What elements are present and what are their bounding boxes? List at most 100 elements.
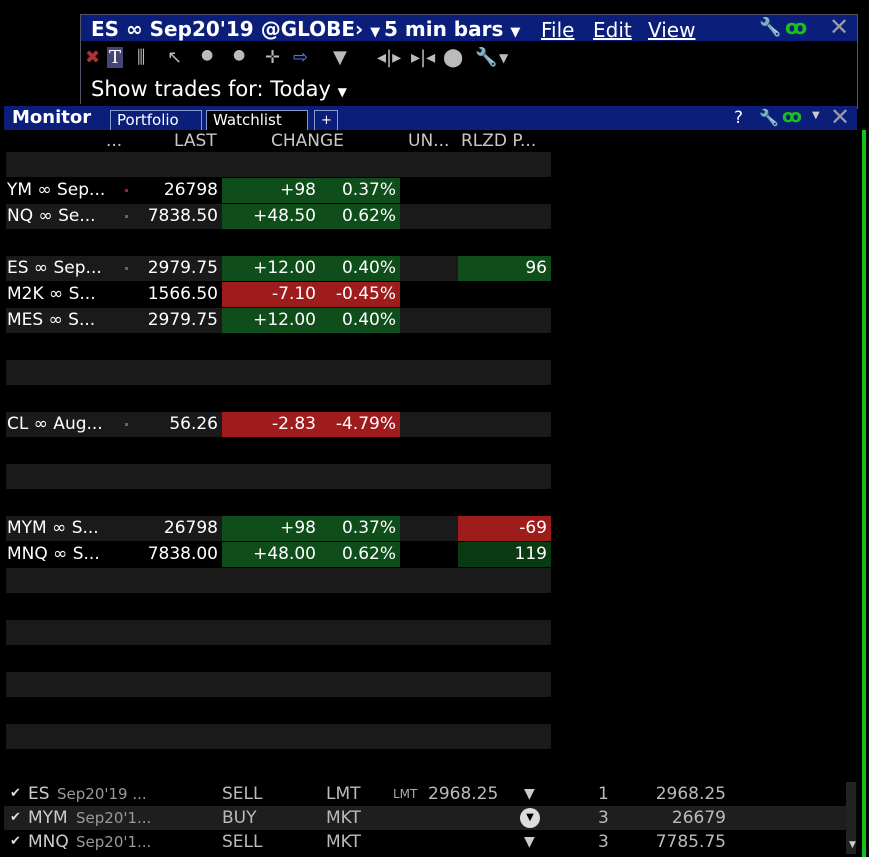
watchlist-row[interactable]: MES ∞ S... 2979.75 +12.00 0.40% bbox=[6, 308, 551, 333]
close-icon[interactable]: ✕ bbox=[830, 103, 850, 131]
bars-tool-icon[interactable]: ⫼ bbox=[137, 47, 145, 68]
watchlist-row[interactable] bbox=[6, 152, 551, 177]
watchlist-row[interactable] bbox=[6, 386, 551, 411]
column-header-symbol[interactable]: ... bbox=[106, 130, 122, 152]
fit-icon[interactable]: ▸|◂ bbox=[411, 47, 435, 68]
row-symbol[interactable]: MNQ ∞ S... bbox=[7, 542, 119, 567]
watchlist-row[interactable]: NQ ∞ Se... 7838.50 +48.50 0.62% bbox=[6, 204, 551, 229]
order-type: LMT bbox=[326, 784, 361, 804]
watchlist-row[interactable] bbox=[6, 230, 551, 255]
scroll-down-icon[interactable]: ▼ bbox=[849, 840, 856, 850]
watchlist-row[interactable] bbox=[6, 490, 551, 515]
row-change-pct: 0.37% bbox=[341, 180, 396, 200]
order-status-icon: ✔ bbox=[10, 834, 21, 849]
watchlist-row[interactable] bbox=[6, 672, 551, 697]
tab-add-button[interactable]: + bbox=[314, 110, 338, 130]
watchlist-row[interactable] bbox=[6, 568, 551, 593]
row-change-pct: 0.40% bbox=[341, 310, 396, 330]
watchlist-row[interactable] bbox=[6, 438, 551, 463]
text-tool-icon[interactable]: T bbox=[107, 47, 124, 68]
row-realized-pnl: 119 bbox=[458, 542, 551, 567]
dropdown-chevron-icon[interactable]: ▼ bbox=[520, 808, 540, 828]
wrench-icon[interactable]: 🔧 bbox=[759, 17, 781, 38]
chevron-down-icon[interactable]: ▼ bbox=[812, 110, 820, 121]
order-price[interactable]: 2968.25 bbox=[428, 782, 498, 806]
row-realized-pnl: 96 bbox=[458, 256, 551, 281]
close-icon[interactable]: ✕ bbox=[829, 13, 849, 41]
chevron-down-icon[interactable]: ▼ bbox=[499, 51, 508, 65]
watchlist-row[interactable]: M2K ∞ S... 1566.50 -7.10 -0.45% bbox=[6, 282, 551, 307]
menu-file[interactable]: File bbox=[541, 18, 574, 42]
row-change-pct: 0.62% bbox=[341, 206, 396, 226]
trades-filter[interactable]: Show trades for: Today ▼ bbox=[91, 77, 347, 101]
row-change: +12.00 bbox=[253, 258, 316, 278]
column-header-last[interactable]: LAST bbox=[174, 130, 217, 152]
row-symbol[interactable]: YM ∞ Sep... bbox=[7, 178, 119, 203]
column-header-realized-pnl[interactable]: RLZD P... bbox=[461, 130, 536, 152]
watchlist-row[interactable] bbox=[6, 334, 551, 359]
watchlist-row[interactable]: MYM ∞ S... 26798 +98 0.37% -69 bbox=[6, 516, 551, 541]
arrow-right-icon[interactable]: ⇨ bbox=[293, 47, 308, 68]
wrench-icon[interactable]: 🔧 bbox=[759, 108, 779, 127]
row-symbol[interactable]: CL ∞ Aug... bbox=[7, 412, 119, 437]
column-header-unrealized[interactable]: UN... bbox=[408, 130, 449, 152]
tools-icon[interactable]: 🔧 bbox=[475, 47, 497, 68]
row-symbol[interactable]: M2K ∞ S... bbox=[7, 282, 119, 307]
row-symbol[interactable]: NQ ∞ Se... bbox=[7, 204, 119, 229]
tab-watchlist[interactable]: Watchlist bbox=[206, 110, 308, 130]
delete-icon[interactable]: ✖ bbox=[85, 47, 100, 68]
orders-scrollbar[interactable]: ▼ bbox=[846, 782, 856, 854]
watchlist-row[interactable] bbox=[6, 724, 551, 749]
order-contract: Sep20'19 ... bbox=[57, 785, 147, 803]
row-last: 7838.50 bbox=[147, 206, 218, 226]
bar-size-selector[interactable]: 5 min bars ▼ bbox=[384, 17, 520, 41]
pin-tool-icon[interactable]: ● bbox=[201, 47, 213, 63]
watchlist-row[interactable] bbox=[6, 594, 551, 619]
menu-view[interactable]: View bbox=[648, 18, 695, 42]
row-change-cell: -2.83 -4.79% bbox=[222, 412, 400, 437]
row-symbol[interactable]: ES ∞ Sep... bbox=[7, 256, 119, 281]
row-last: 56.26 bbox=[169, 414, 218, 434]
row-symbol[interactable]: MES ∞ S... bbox=[7, 308, 119, 333]
order-row[interactable]: ✔ ES Sep20'19 ... SELL LMT LMT 2968.25 ▼ 1 2968.2… bbox=[4, 782, 847, 806]
link-color-border bbox=[862, 130, 866, 857]
link-icon[interactable]: ꝏ bbox=[785, 15, 807, 39]
watchlist-row[interactable]: ES ∞ Sep... 2979.75 +12.00 0.40% 96 bbox=[6, 256, 551, 281]
column-header-change[interactable]: CHANGE bbox=[271, 130, 344, 152]
order-quantity: 1 bbox=[598, 784, 609, 804]
row-change-cell: -7.10 -0.45% bbox=[222, 282, 400, 307]
triangle-down-icon[interactable]: ▼ bbox=[333, 47, 347, 68]
chevron-down-icon: ▼ bbox=[510, 25, 521, 40]
pin-tool-2-icon[interactable]: ● bbox=[233, 47, 245, 63]
chart-symbol-selector[interactable]: ES ∞ Sep20'19 @GLOBE› ▼ bbox=[91, 17, 380, 41]
link-icon[interactable]: ꝏ bbox=[782, 106, 802, 127]
watchlist-row[interactable]: YM ∞ Sep... 26798 +98 0.37% bbox=[6, 178, 551, 203]
trades-filter-label: Show trades for: bbox=[91, 77, 264, 101]
row-symbol[interactable]: MYM ∞ S... bbox=[7, 516, 119, 541]
dropdown-chevron-icon[interactable]: ▼ bbox=[524, 782, 535, 806]
watchlist-row[interactable] bbox=[6, 698, 551, 723]
row-change-cell: +48.50 0.62% bbox=[222, 204, 400, 229]
watchlist-row[interactable] bbox=[6, 464, 551, 489]
watchlist-row[interactable] bbox=[6, 620, 551, 645]
order-row[interactable]: ✔ MYM Sep20'1... BUY MKT ▼ 3 26679 bbox=[4, 806, 847, 830]
zoom-horizontal-icon[interactable]: ◂|▸ bbox=[377, 47, 401, 68]
chart-toolbar: ✖ T ⫼ ↖ ● ● ✛ ⇨ ▼ ◂|▸ ▸|◂ ⬤ 🔧 ▼ bbox=[81, 41, 857, 75]
watchlist-row[interactable]: MNQ ∞ S... 7838.00 +48.00 0.62% 119 bbox=[6, 542, 551, 567]
watchlist-row[interactable] bbox=[6, 750, 551, 775]
watchlist-row[interactable] bbox=[6, 360, 551, 385]
dropdown-chevron-icon[interactable]: ▼ bbox=[524, 830, 535, 854]
crosshair-icon[interactable]: ✛ bbox=[265, 47, 280, 68]
tab-portfolio[interactable]: Portfolio bbox=[110, 110, 202, 130]
row-last: 26798 bbox=[163, 518, 218, 538]
row-change: -2.83 bbox=[272, 414, 316, 434]
help-icon[interactable]: ? bbox=[734, 108, 743, 128]
shapes-icon[interactable]: ⬤ bbox=[443, 47, 463, 68]
order-row[interactable]: ✔ MNQ Sep20'1... SELL MKT ▼ 3 7785.75 bbox=[4, 830, 847, 854]
order-symbol: MNQ bbox=[28, 832, 69, 852]
row-last: 26798 bbox=[163, 180, 218, 200]
watchlist-row[interactable]: CL ∞ Aug... 56.26 -2.83 -4.79% bbox=[6, 412, 551, 437]
menu-edit[interactable]: Edit bbox=[593, 18, 632, 42]
cursor-tool-icon[interactable]: ↖ bbox=[167, 47, 182, 68]
watchlist-row[interactable] bbox=[6, 646, 551, 671]
